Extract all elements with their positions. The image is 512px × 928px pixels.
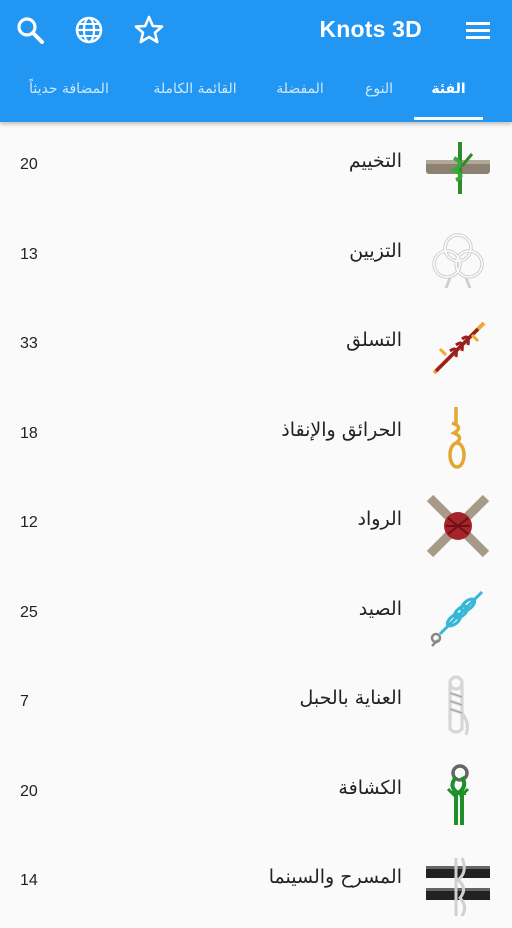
rope-care-icon (426, 673, 490, 737)
item-count: 13 (20, 245, 38, 263)
item-count: 14 (20, 872, 38, 889)
list-item-fishing[interactable]: 25 الصيد (0, 570, 512, 660)
item-label: الصيد (358, 597, 402, 620)
item-label: الحرائق والإنقاذ (281, 418, 402, 441)
list-item-rope-care[interactable]: 7 العناية بالحبل (0, 659, 512, 749)
climbing-knot-icon (426, 315, 490, 379)
tab-bar: الفئة النوع المفضلة القائمة الكاملة المض… (0, 66, 512, 122)
item-label: الكشافة (338, 776, 402, 799)
app-bar: Knots 3D الفئة النوع المفضلة القائمة الك… (0, 0, 512, 122)
app-title: Knots 3D (319, 16, 422, 42)
scouting-knot-icon (426, 763, 490, 827)
item-label: العناية بالحبل (299, 687, 402, 709)
item-count: 12 (20, 514, 38, 531)
decorative-knot-icon (426, 226, 490, 290)
category-list: 20 التخييم 13 التزيين 33 التسلق 18 الحرا… (0, 122, 512, 928)
search-icon[interactable] (14, 14, 46, 46)
pioneering-knot-icon (426, 494, 490, 558)
list-item-climbing[interactable]: 33 التسلق (0, 301, 512, 391)
globe-icon[interactable] (73, 14, 105, 46)
item-count: 25 (20, 603, 38, 621)
tab-category[interactable]: الفئة (414, 66, 483, 119)
menu-icon[interactable] (462, 14, 494, 46)
camping-knot-icon (426, 136, 490, 200)
list-item-camping[interactable]: 20 التخييم (0, 122, 512, 212)
fire-rescue-knot-icon (426, 405, 490, 469)
item-label: التخييم (348, 150, 402, 172)
tab-type[interactable]: النوع (346, 66, 412, 119)
item-label: الرواد (357, 508, 402, 530)
list-item-pioneering[interactable]: 12 الرواد (0, 480, 512, 570)
list-item-fire-rescue[interactable]: 18 الحرائق والإنقاذ (0, 391, 512, 481)
item-label: التزيين (349, 239, 402, 262)
toolbar: Knots 3D (0, 0, 512, 64)
item-count: 7 (20, 693, 29, 710)
fishing-knot-icon (426, 584, 490, 648)
tab-recently-added[interactable]: المضافة حديثاً (14, 66, 124, 119)
list-item-stage[interactable]: 14 المسرح والسينما (0, 838, 512, 928)
tab-indicator (414, 117, 483, 120)
item-label: التسلق (346, 329, 402, 351)
tab-full-list[interactable]: القائمة الكاملة (140, 66, 250, 119)
star-icon[interactable] (133, 14, 165, 46)
item-count: 33 (20, 335, 38, 352)
tab-favorites[interactable]: المفضلة (262, 66, 338, 119)
item-label: المسرح والسينما (268, 866, 402, 888)
stage-knot-icon (426, 852, 490, 916)
item-count: 20 (20, 782, 38, 800)
list-item-decorative[interactable]: 13 التزيين (0, 212, 512, 302)
item-count: 18 (20, 424, 38, 442)
list-item-scouting[interactable]: 20 الكشافة (0, 749, 512, 839)
item-count: 20 (20, 156, 38, 173)
